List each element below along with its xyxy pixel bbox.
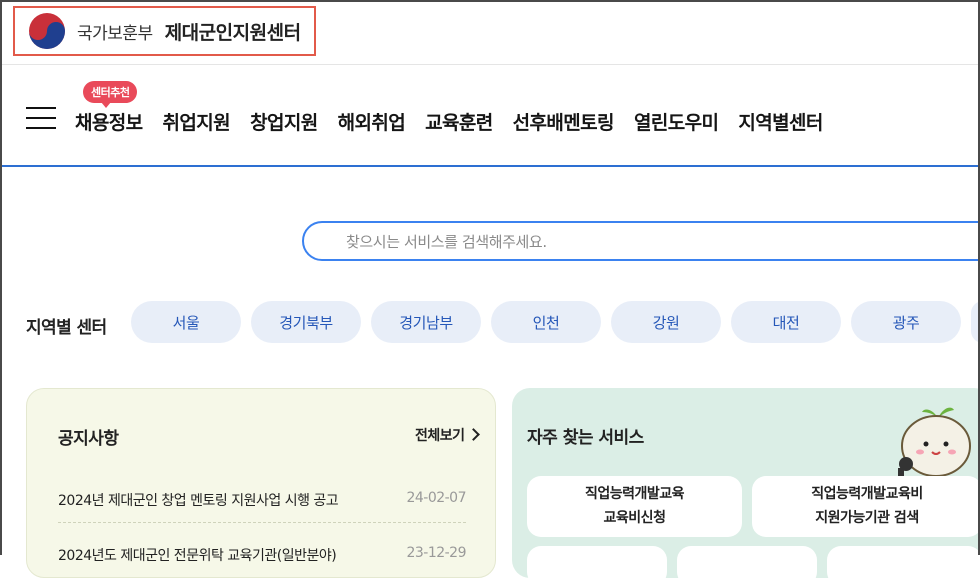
main-navigation: 센터추천 채용정보 취업지원 창업지원 해외취업 교육훈련 선후배멘토링 열린도… bbox=[2, 65, 978, 167]
notice-panel: 공지사항 전체보기 2024년 제대군인 창업 멘토링 지원사업 시행 공고 2… bbox=[26, 388, 496, 578]
notice-row-date: 23-12-29 bbox=[406, 545, 466, 561]
region-pill-incheon[interactable]: 인천 bbox=[491, 301, 601, 343]
service-card-training-fee[interactable]: 직업능력개발교육 교육비신청 bbox=[527, 476, 742, 537]
nav-item-jobs[interactable]: 채용정보 bbox=[75, 108, 143, 135]
nav-item-training[interactable]: 교육훈련 bbox=[425, 108, 493, 135]
service-card-partial[interactable] bbox=[527, 546, 667, 586]
chevron-right-icon bbox=[466, 428, 480, 441]
notice-row-title: 2024년 제대군인 창업 멘토링 지원사업 시행 공고 bbox=[58, 493, 339, 509]
nav-items: 채용정보 취업지원 창업지원 해외취업 교육훈련 선후배멘토링 열린도우미 지역… bbox=[75, 108, 843, 135]
notice-row-date: 24-02-07 bbox=[406, 490, 466, 506]
service-card-line1: 직업능력개발교육 bbox=[584, 486, 685, 502]
taegeuk-logo-icon bbox=[29, 13, 65, 49]
notice-more-link[interactable]: 전체보기 bbox=[415, 425, 480, 445]
center-name: 제대군인지원센터 bbox=[164, 21, 301, 44]
site-header: 국가보훈부 제대군인지원센터 bbox=[2, 2, 978, 65]
region-pill-daejeon[interactable]: 대전 bbox=[731, 301, 841, 343]
notice-row[interactable]: 2024년도 제대군인 전문위탁 교육기관(일반분야) 23-12-29 bbox=[58, 545, 466, 565]
region-pill-gyeonggi-north[interactable]: 경기북부 bbox=[251, 301, 361, 343]
service-card-line1: 직업능력개발교육비 bbox=[811, 486, 923, 502]
nav-item-mentoring[interactable]: 선후배멘토링 bbox=[513, 108, 615, 135]
search-input[interactable] bbox=[344, 232, 848, 252]
region-pill-gyeonggi-south[interactable]: 경기남부 bbox=[371, 301, 481, 343]
mascot-character-icon bbox=[898, 407, 971, 478]
notice-title: 공지사항 bbox=[58, 429, 119, 449]
service-card-institution-search[interactable]: 직업능력개발교육비 지원가능기관 검색 bbox=[752, 476, 980, 537]
service-card-partial[interactable] bbox=[827, 546, 980, 586]
services-title: 자주 찾는 서비스 bbox=[527, 428, 644, 448]
nav-item-employment-support[interactable]: 취업지원 bbox=[163, 108, 231, 135]
search-box bbox=[302, 221, 980, 261]
notice-row[interactable]: 2024년 제대군인 창업 멘토링 지원사업 시행 공고 24-02-07 bbox=[58, 490, 466, 523]
nav-item-startup-support[interactable]: 창업지원 bbox=[250, 108, 318, 135]
region-pill-seoul[interactable]: 서울 bbox=[131, 301, 241, 343]
hamburger-menu-icon[interactable] bbox=[26, 107, 56, 131]
region-pill-next-partial[interactable] bbox=[971, 301, 980, 343]
notice-more-label: 전체보기 bbox=[415, 428, 465, 444]
org-name: 국가보훈부 bbox=[77, 23, 153, 44]
recommend-badge: 센터추천 bbox=[83, 81, 138, 108]
service-card-line2: 지원가능기관 검색 bbox=[815, 510, 919, 526]
region-pill-gangwon[interactable]: 강원 bbox=[611, 301, 721, 343]
service-card-partial[interactable] bbox=[677, 546, 817, 586]
region-pills: 서울 경기북부 경기남부 인천 강원 대전 광주 bbox=[131, 301, 980, 343]
region-pill-gwangju[interactable]: 광주 bbox=[851, 301, 961, 343]
nav-item-overseas-jobs[interactable]: 해외취업 bbox=[338, 108, 406, 135]
services-panel: 자주 찾는 서비스 직업능력개발교육 교육비신청 직업능력개발교육비 지원가능기… bbox=[512, 388, 980, 586]
notice-row-title: 2024년도 제대군인 전문위탁 교육기관(일반분야) bbox=[58, 548, 337, 564]
site-logo[interactable]: 국가보훈부 제대군인지원센터 bbox=[13, 6, 316, 56]
service-card-line2: 교육비신청 bbox=[603, 510, 666, 526]
nav-item-regional-centers[interactable]: 지역별센터 bbox=[738, 108, 823, 135]
nav-item-open-helper[interactable]: 열린도우미 bbox=[634, 108, 719, 135]
region-label: 지역별 센터 bbox=[26, 318, 107, 338]
